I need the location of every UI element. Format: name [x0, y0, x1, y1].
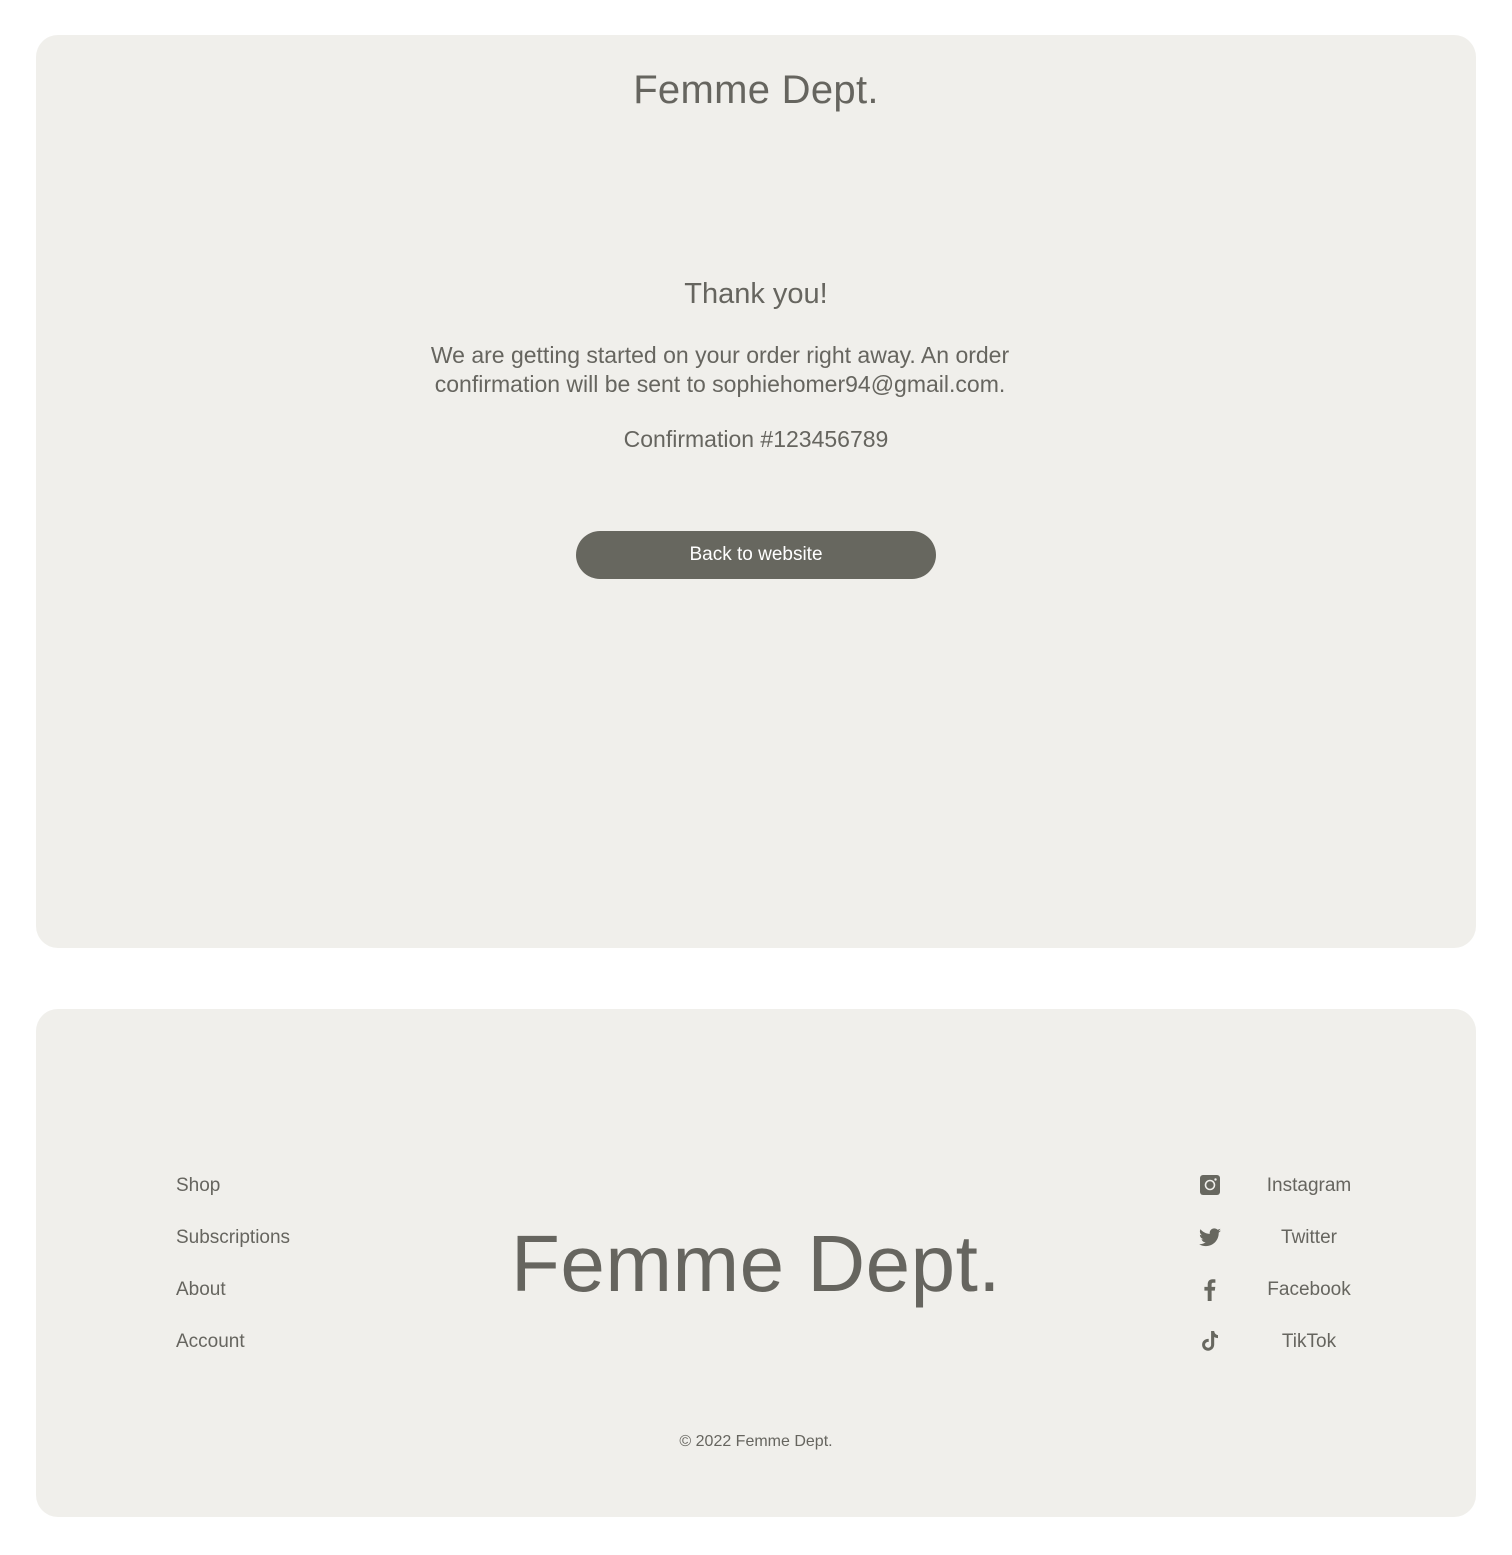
footer-link-shop[interactable]: Shop [176, 1174, 290, 1226]
social-link-facebook[interactable]: Facebook [1196, 1276, 1396, 1328]
thank-you-heading: Thank you! [684, 278, 828, 310]
facebook-icon [1204, 1279, 1216, 1301]
social-label-facebook: Facebook [1267, 1279, 1351, 1300]
instagram-icon [1200, 1175, 1220, 1195]
footer-link-about[interactable]: About [176, 1278, 290, 1330]
copyright-text: © 2022 Femme Dept. [679, 1433, 833, 1450]
social-label-instagram: Instagram [1266, 1175, 1352, 1196]
social-label-twitter: Twitter [1281, 1227, 1337, 1248]
confirmation-number: Confirmation #123456789 [623, 426, 889, 452]
twitter-icon [1199, 1228, 1221, 1247]
header-logo[interactable]: Femme Dept. [0, 70, 1512, 110]
footer-link-account[interactable]: Account [176, 1330, 290, 1382]
confirmation-panel [36, 35, 1476, 948]
tiktok-icon [1202, 1331, 1218, 1351]
social-label-tiktok: TikTok [1281, 1331, 1337, 1352]
social-links: Instagram Twitter Facebook TikTok [1196, 1172, 1396, 1380]
footer-logo: Femme Dept. [510, 1219, 1002, 1308]
back-to-website-button[interactable]: Back to website [576, 531, 936, 579]
social-link-twitter[interactable]: Twitter [1196, 1224, 1396, 1276]
social-link-instagram[interactable]: Instagram [1196, 1172, 1396, 1224]
confirmation-message: We are getting started on your order rig… [430, 342, 1010, 397]
footer-link-subscriptions[interactable]: Subscriptions [176, 1226, 290, 1278]
social-link-tiktok[interactable]: TikTok [1196, 1328, 1396, 1380]
footer-nav: Shop Subscriptions About Account [176, 1174, 290, 1382]
